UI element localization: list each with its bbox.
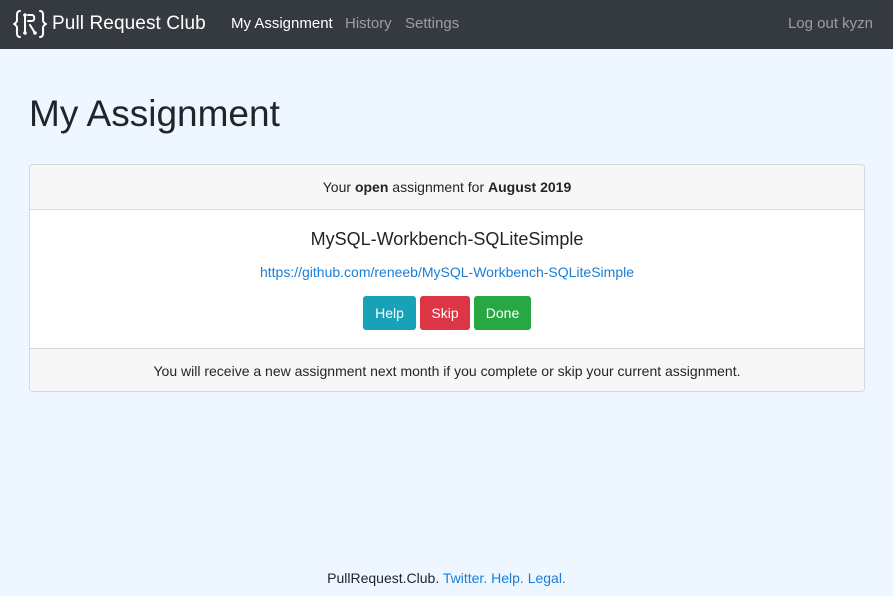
header-middle: assignment for: [392, 179, 485, 195]
repo-name: MySQL-Workbench-SQLiteSimple: [310, 229, 584, 249]
footer-help-link[interactable]: Help.: [491, 570, 524, 586]
pr-club-logo-icon: [13, 10, 47, 38]
top-navbar: Pull Request Club My Assignment History …: [0, 0, 893, 49]
assignment-card-footer: You will receive a new assignment next m…: [30, 348, 864, 391]
nav-my-assignment[interactable]: My Assignment: [231, 15, 333, 32]
help-button[interactable]: Help: [363, 296, 416, 330]
nav-settings[interactable]: Settings: [405, 15, 459, 32]
footer-legal-link[interactable]: Legal.: [528, 570, 566, 586]
page-footer: PullRequest.Club. Twitter. Help. Legal.: [0, 570, 893, 586]
header-prefix: Your: [322, 179, 352, 195]
skip-button[interactable]: Skip: [420, 296, 470, 330]
page-title: My Assignment: [29, 93, 280, 134]
brand-link[interactable]: Pull Request Club: [12, 8, 206, 40]
assignment-period: August 2019: [488, 179, 572, 195]
logout-link[interactable]: Log out kyzn: [788, 15, 873, 32]
assignment-card: Your open assignment for August 2019 MyS…: [29, 164, 865, 392]
assignment-status: open: [354, 179, 389, 195]
nav-history[interactable]: History: [345, 15, 392, 32]
assignment-card-body: MySQL-Workbench-SQLiteSimple https://git…: [30, 210, 864, 348]
assignment-card-header: Your open assignment for August 2019: [30, 165, 864, 210]
brand-name: Pull Request Club: [52, 13, 206, 34]
footer-site-name: PullRequest.Club.: [327, 570, 440, 586]
footer-twitter-link[interactable]: Twitter.: [443, 570, 487, 586]
done-button[interactable]: Done: [474, 296, 531, 330]
repo-link[interactable]: https://github.com/reneeb/MySQL-Workbenc…: [30, 263, 864, 281]
assignment-actions: Help Skip Done: [30, 296, 864, 330]
